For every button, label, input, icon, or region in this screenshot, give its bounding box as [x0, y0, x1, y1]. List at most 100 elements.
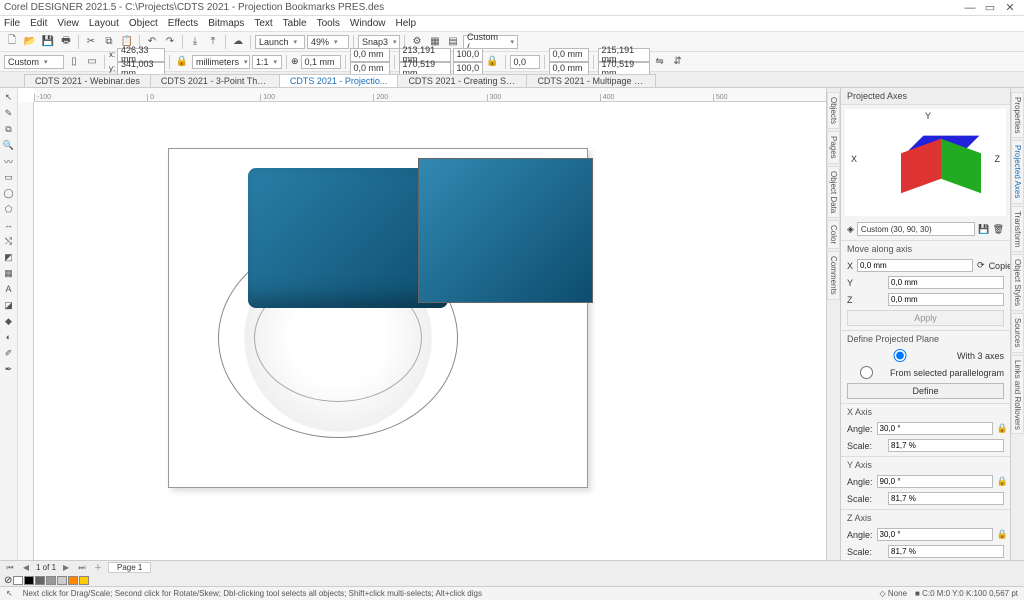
menu-view[interactable]: View	[57, 18, 79, 29]
no-fill-icon[interactable]: ⊘	[4, 575, 12, 586]
rectangle-tool-icon[interactable]: ▭	[2, 170, 16, 184]
swatch[interactable]	[79, 576, 89, 585]
y-scale-field[interactable]	[888, 492, 1004, 505]
menu-object[interactable]: Object	[129, 18, 158, 29]
docker-tab-object-styles[interactable]: Object Styles	[1011, 254, 1024, 311]
open-icon[interactable]: 📂	[22, 34, 38, 50]
prev-page-icon[interactable]: ◀	[20, 563, 32, 572]
lock-icon[interactable]: 🔒	[997, 476, 1008, 487]
menu-edit[interactable]: Edit	[30, 18, 47, 29]
table-tool-icon[interactable]: ▦	[2, 266, 16, 280]
x-angle-field[interactable]	[877, 422, 993, 435]
add-page-icon[interactable]: ＋	[92, 562, 104, 573]
delete-preset-icon[interactable]: 🗑	[993, 224, 1004, 235]
doc-tab[interactable]: CDTS 2021 - 3-Point Thread PRES.des*	[150, 74, 280, 87]
save-icon[interactable]: 💾	[40, 34, 56, 50]
define-button[interactable]: Define	[847, 383, 1004, 399]
docker-tab-comments[interactable]: Comments	[827, 251, 840, 300]
axes-preview[interactable]: X Y Z	[845, 109, 1006, 216]
move-z-field[interactable]	[888, 293, 1004, 306]
swatch[interactable]	[13, 576, 23, 585]
z-angle-field[interactable]	[877, 528, 993, 541]
plane-parallelogram-radio[interactable]	[847, 366, 886, 379]
freehand-tool-icon[interactable]: 〰	[2, 154, 16, 168]
move-x-field[interactable]	[857, 259, 973, 272]
publish-icon[interactable]: ☁	[230, 34, 246, 50]
docker-tab-objectdata[interactable]: Object Data	[827, 166, 840, 218]
page-preset-combo[interactable]: Custom	[4, 55, 64, 69]
preset-combo[interactable]: Custom (30, 90, 30)	[857, 222, 975, 236]
workspace-combo[interactable]: Custom (…	[463, 35, 518, 49]
swatch[interactable]	[24, 576, 34, 585]
outline-indicator[interactable]: ■ C:0 M:0 Y:0 K:100 0,567 pt	[915, 589, 1018, 598]
lock-icon[interactable]: 🔒	[997, 423, 1008, 434]
next-page-icon[interactable]: ▶	[60, 563, 72, 572]
fill-indicator[interactable]: ◇ None	[880, 589, 908, 598]
drawing-scale-combo[interactable]: 1:1	[252, 55, 282, 69]
docker-tab-objects[interactable]: Objects	[827, 92, 840, 129]
menu-help[interactable]: Help	[396, 18, 417, 29]
menu-file[interactable]: File	[4, 18, 20, 29]
snap-combo[interactable]: Snap3	[358, 35, 400, 49]
menu-bitmaps[interactable]: Bitmaps	[208, 18, 244, 29]
mirror-v-icon[interactable]: ⇵	[670, 54, 686, 70]
new-icon[interactable]: 🗋	[4, 34, 20, 50]
z-scale-field[interactable]	[888, 545, 1004, 558]
projected-tool-icon[interactable]: ◪	[2, 298, 16, 312]
connector-tool-icon[interactable]: ⤭	[2, 234, 16, 248]
save-preset-icon[interactable]: 💾	[978, 224, 989, 235]
rotation-field[interactable]: 0,0	[510, 55, 540, 69]
callout-tool-icon[interactable]: ◩	[2, 250, 16, 264]
polygon-tool-icon[interactable]: ⬠	[2, 202, 16, 216]
minimize-button[interactable]: —	[960, 2, 980, 14]
mirror-h-icon[interactable]: ⇋	[652, 54, 668, 70]
orientation-portrait-icon[interactable]: ▯	[66, 54, 82, 70]
shape-tool-icon[interactable]: ✎	[2, 106, 16, 120]
first-page-icon[interactable]: ⏮	[4, 563, 16, 573]
cut-icon[interactable]: ✂	[83, 34, 99, 50]
swatch[interactable]	[57, 576, 67, 585]
menu-effects[interactable]: Effects	[168, 18, 198, 29]
swatch[interactable]	[35, 576, 45, 585]
doc-tab[interactable]: CDTS 2021 - Creating Spare Parts Page PR…	[397, 74, 527, 87]
rotate-icon[interactable]: ⟳	[977, 260, 985, 271]
zoom-tool-icon[interactable]: 🔍	[2, 138, 16, 152]
lock-icon[interactable]: 🔒	[174, 54, 190, 70]
lock-ratio-icon[interactable]: 🔒	[485, 54, 501, 70]
close-button[interactable]: ✕	[1000, 1, 1020, 14]
fill-tool-icon[interactable]: ◆	[2, 314, 16, 328]
docker-tab-color[interactable]: Color	[827, 220, 840, 249]
dimension-tool-icon[interactable]: ↔	[2, 218, 16, 232]
docker-tab-transform[interactable]: Transform	[1011, 206, 1024, 252]
plane-3axes-radio[interactable]	[847, 349, 953, 362]
docker-tab-projected-axes[interactable]: Projected Axes	[1011, 140, 1024, 203]
ellipse-tool-icon[interactable]: ◯	[2, 186, 16, 200]
move-y-field[interactable]	[888, 276, 1004, 289]
menu-tools[interactable]: Tools	[317, 18, 340, 29]
drawing-canvas[interactable]: -1000100200300400500	[18, 88, 826, 560]
outline-tool-icon[interactable]: ✒	[2, 362, 16, 376]
import-icon[interactable]: ⤓	[187, 34, 203, 50]
export-icon[interactable]: ⤒	[205, 34, 221, 50]
docker-tab-links[interactable]: Links and Rollovers	[1011, 355, 1024, 435]
docker-tab-sources[interactable]: Sources	[1011, 313, 1024, 352]
menu-table[interactable]: Table	[283, 18, 307, 29]
swatch[interactable]	[46, 576, 56, 585]
eyedropper-tool-icon[interactable]: ✐	[2, 346, 16, 360]
units-combo[interactable]: millimeters	[192, 55, 250, 69]
x-scale-field[interactable]	[888, 439, 1004, 452]
zoom-combo[interactable]: 49%	[307, 35, 349, 49]
docker-tab-properties[interactable]: Properties	[1011, 92, 1024, 138]
transparency-tool-icon[interactable]: ◐	[2, 330, 16, 344]
docker-tab-pages[interactable]: Pages	[827, 131, 840, 164]
page-tab[interactable]: Page 1	[108, 562, 151, 573]
nudge-field[interactable]: 0,1 mm	[301, 55, 341, 69]
doc-tab[interactable]: CDTS 2021 - Multipage PRES.des	[526, 74, 656, 87]
artwork-detail-view[interactable]	[418, 158, 593, 303]
lock-icon[interactable]: 🔒	[997, 529, 1008, 540]
orientation-landscape-icon[interactable]: ▭	[84, 54, 100, 70]
print-icon[interactable]: 🖶	[58, 34, 74, 50]
menu-text[interactable]: Text	[254, 18, 272, 29]
doc-tab-active[interactable]: CDTS 2021 - Projectio...	[279, 74, 399, 87]
text-tool-icon[interactable]: A	[2, 282, 16, 296]
